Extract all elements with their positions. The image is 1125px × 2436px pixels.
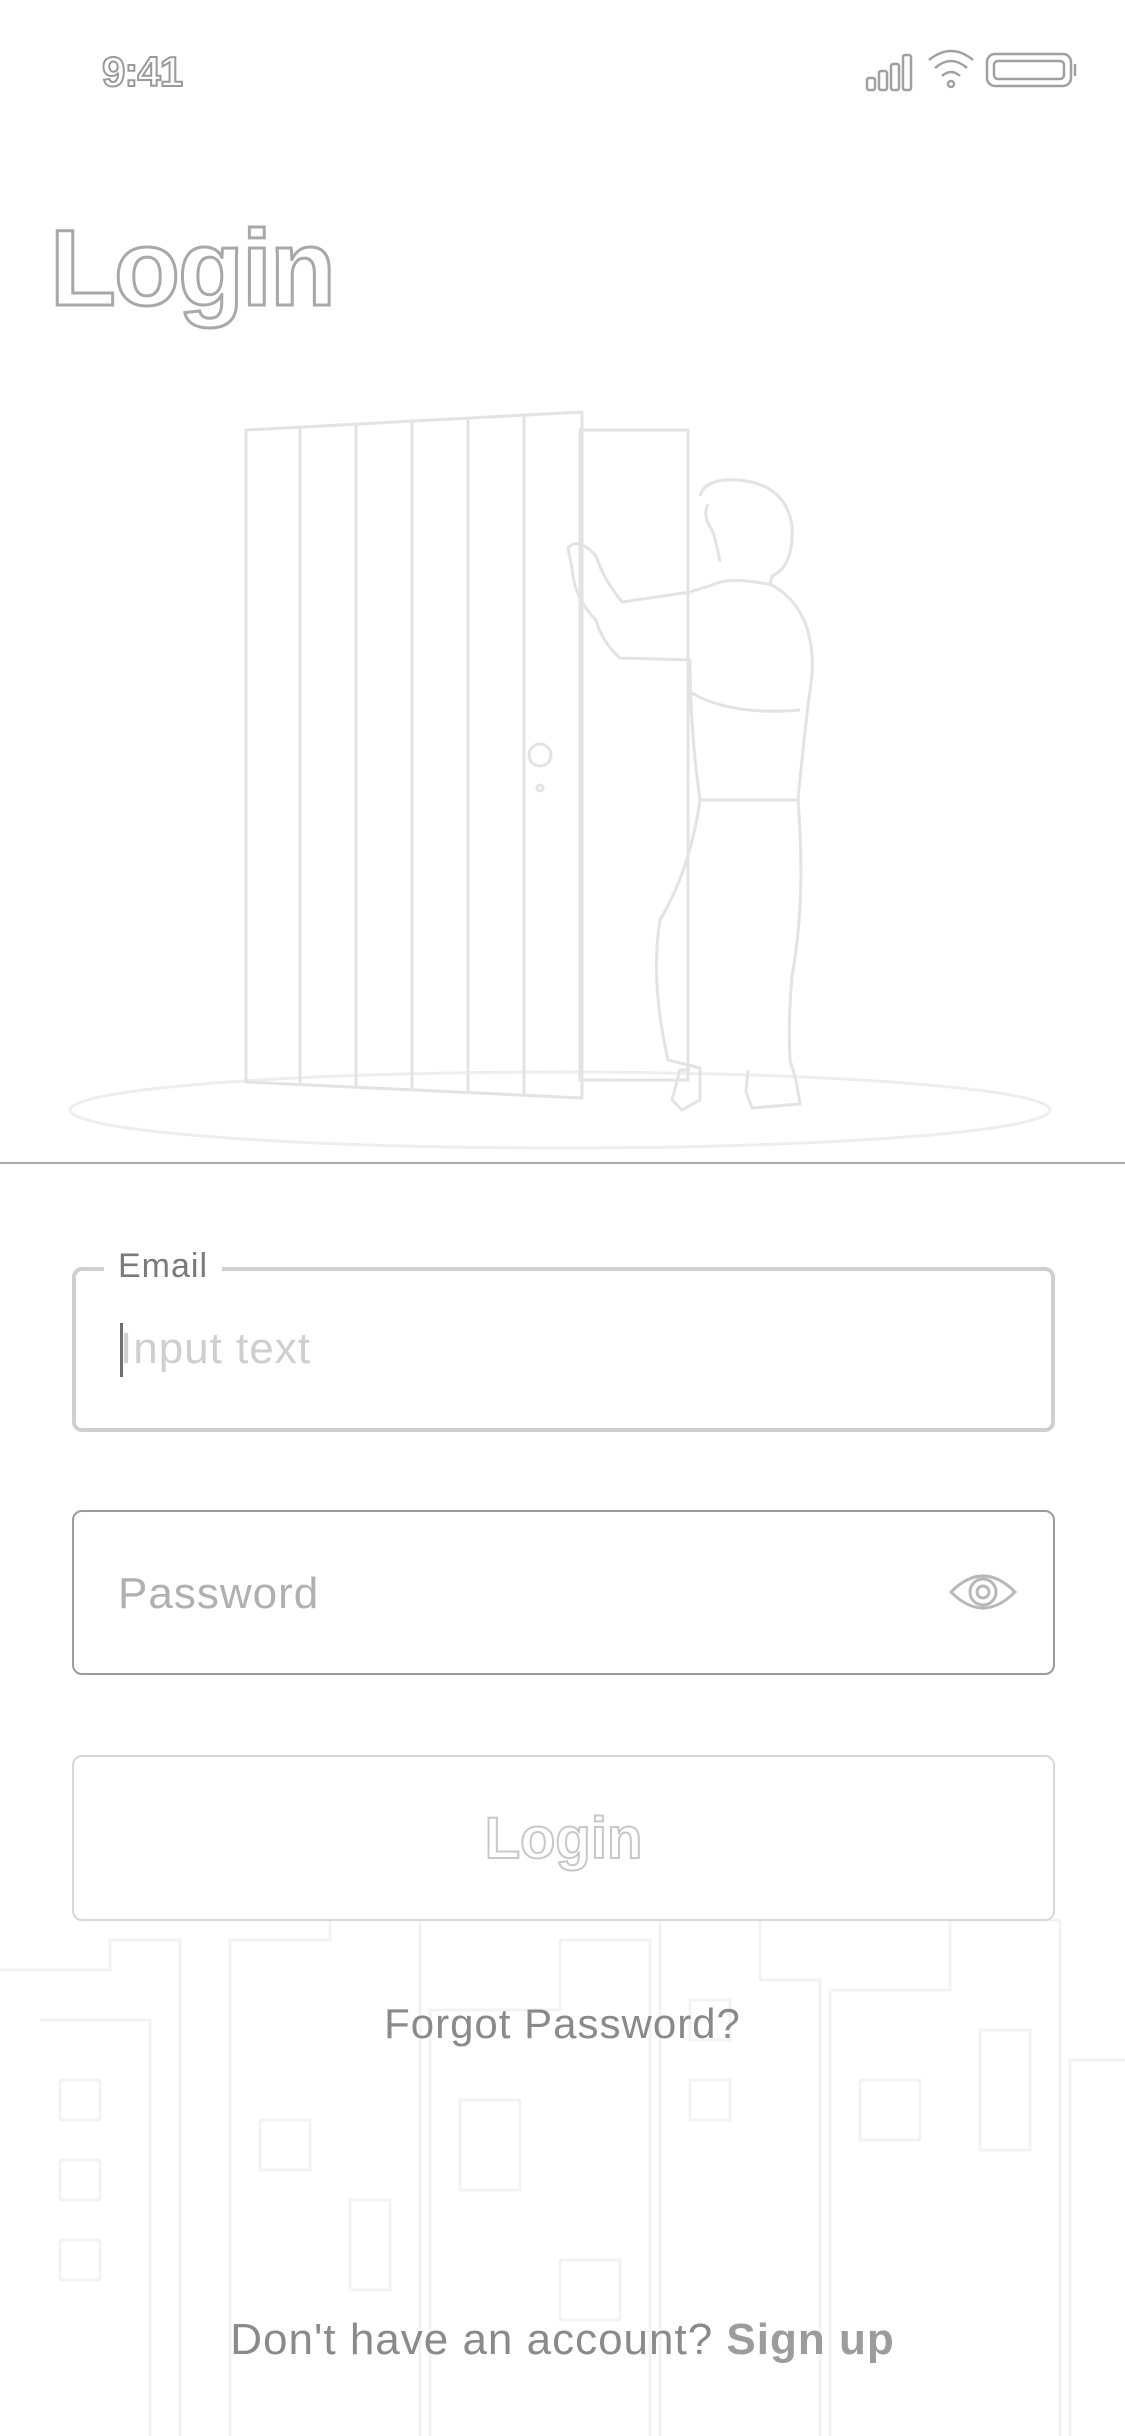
page-title: Login: [49, 206, 338, 330]
status-icons: [865, 49, 1077, 92]
signup-row: Don't have an account? Sign up: [0, 2315, 1125, 2365]
text-cursor: [120, 1323, 123, 1377]
eye-icon[interactable]: [947, 1564, 1019, 1620]
password-field[interactable]: [72, 1510, 1055, 1675]
email-label: Email: [104, 1247, 223, 1286]
wifi-icon: [928, 49, 974, 89]
signup-link[interactable]: Sign up: [726, 2315, 894, 2364]
password-input[interactable]: [118, 1552, 978, 1636]
email-input[interactable]: [120, 1307, 980, 1391]
hero-divider: [0, 1162, 1125, 1164]
login-button[interactable]: Login: [72, 1755, 1055, 1921]
email-field[interactable]: Email: [72, 1247, 1055, 1432]
battery-icon: [985, 52, 1077, 88]
status-time: 9:41: [101, 47, 184, 96]
signup-prompt: Don't have an account?: [230, 2315, 727, 2364]
cellular-signal-icon: [865, 53, 913, 92]
forgot-password-link[interactable]: Forgot Password?: [0, 2000, 1125, 2048]
status-bar: 9:41: [0, 0, 1125, 140]
person-opening-door-illustration: [68, 410, 1052, 1150]
